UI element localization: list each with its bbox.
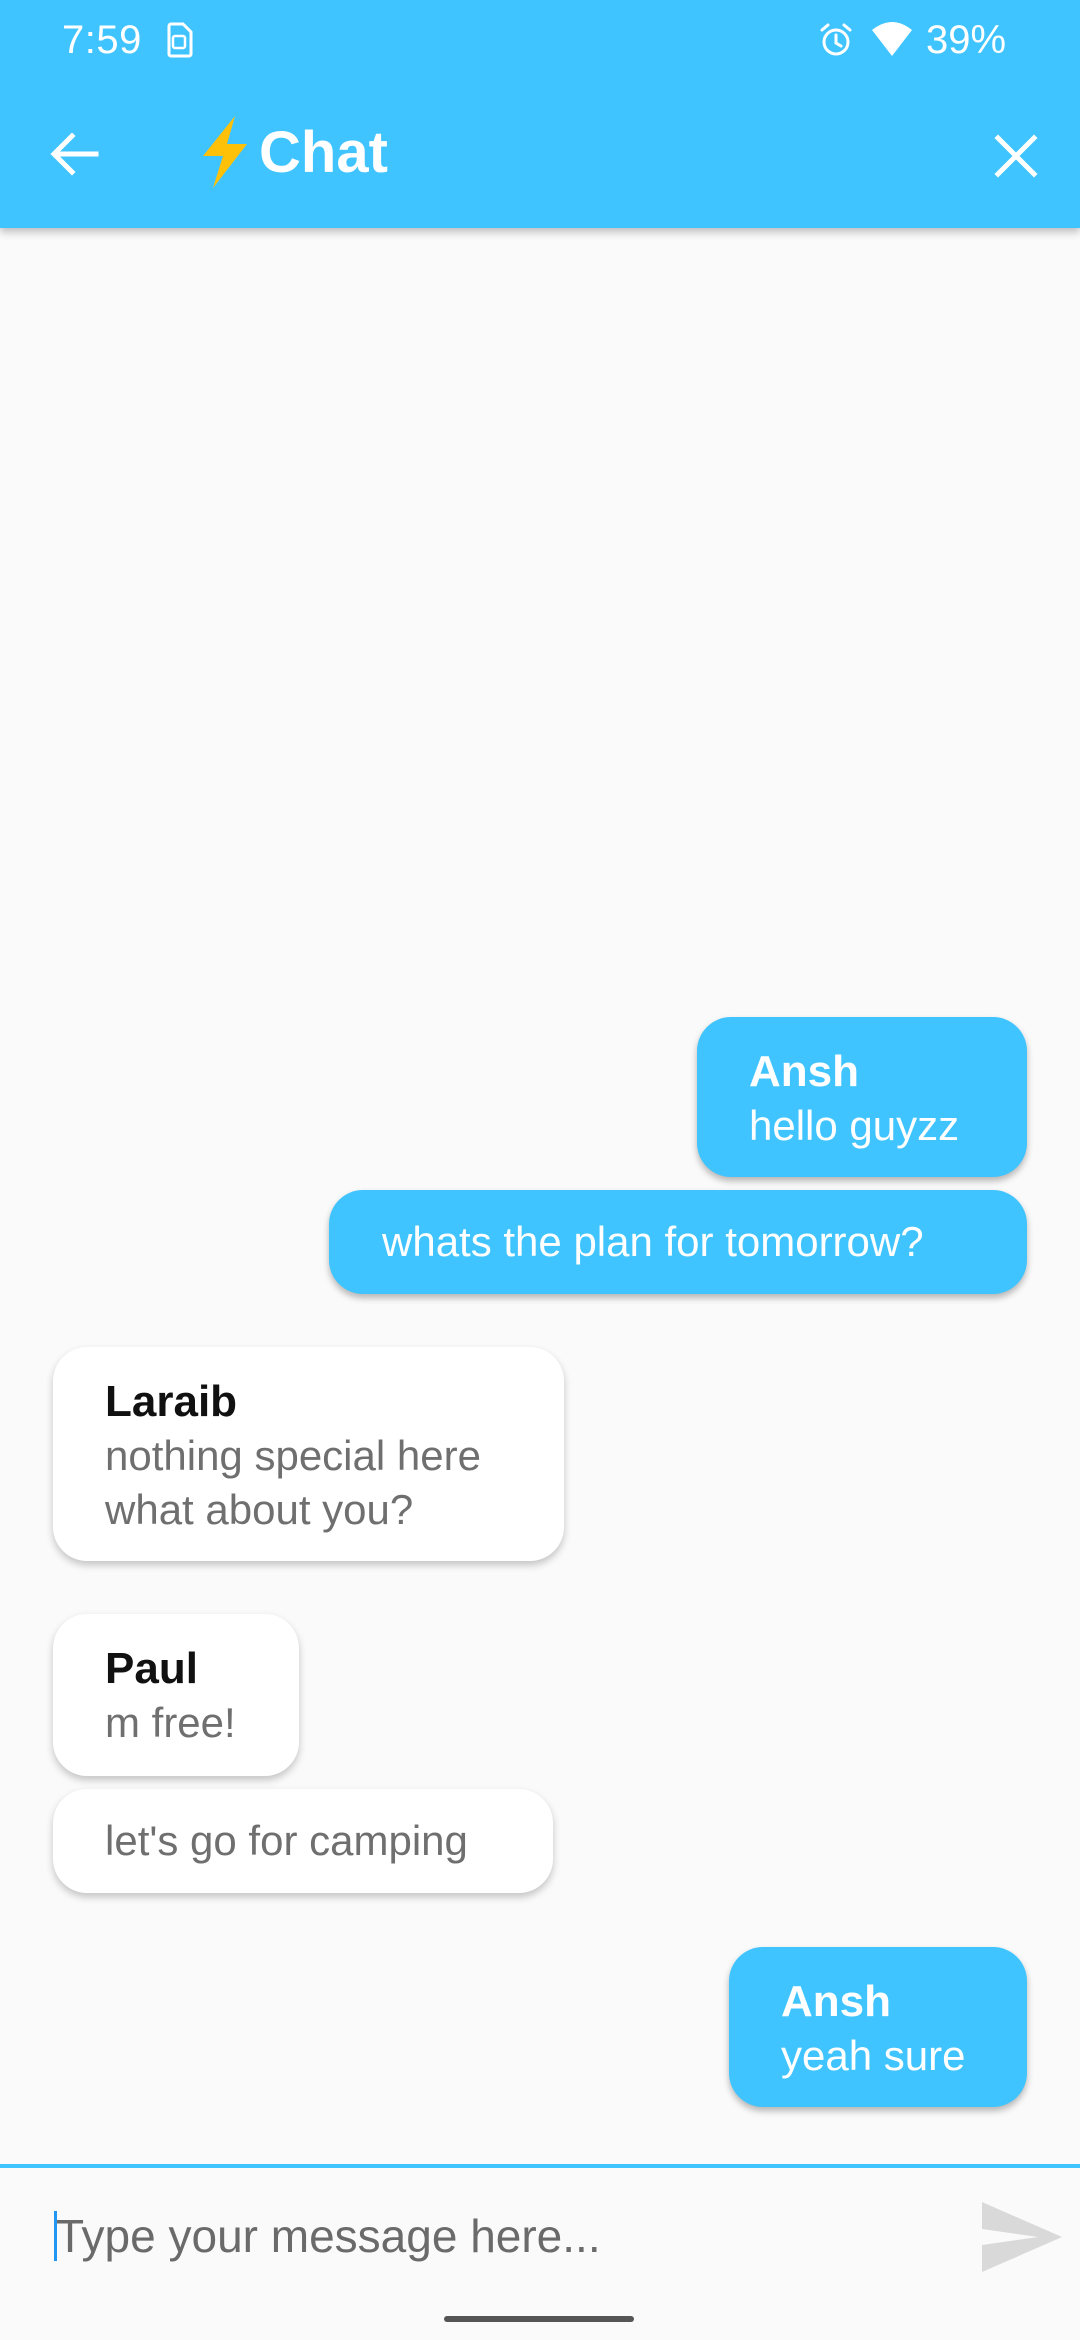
message-text: yeah sure bbox=[781, 2032, 966, 2079]
message-bubble-outgoing[interactable]: whats the plan for tomorrow? bbox=[329, 1190, 1027, 1294]
app-bar: Chat bbox=[0, 84, 1080, 228]
wifi-icon bbox=[872, 22, 912, 56]
home-indicator[interactable] bbox=[444, 2316, 634, 2322]
chat-title: Chat bbox=[259, 119, 388, 185]
sim-icon bbox=[167, 22, 193, 58]
message-text: hello guyzz bbox=[749, 1102, 960, 1149]
message-sender: Ansh bbox=[781, 1977, 891, 2026]
message-sender: Ansh bbox=[749, 1047, 859, 1096]
text-caret bbox=[54, 2211, 57, 2261]
top-bar: 7:59 39% Chat bbox=[0, 0, 1080, 228]
status-time: 7:59 bbox=[62, 18, 142, 62]
message-bubble-outgoing[interactable]: Ansh hello guyzz bbox=[697, 1017, 1027, 1177]
page-title: Chat bbox=[195, 116, 388, 188]
send-icon[interactable] bbox=[980, 2200, 1064, 2274]
message-text: nothing special here what about you? bbox=[105, 1432, 481, 1533]
arrow-left-icon[interactable] bbox=[46, 126, 102, 182]
message-text: whats the plan for tomorrow? bbox=[382, 1218, 924, 1265]
message-text: m free! bbox=[105, 1699, 236, 1746]
lightning-bolt-icon bbox=[203, 116, 247, 188]
message-bubble-incoming[interactable]: Paul m free! bbox=[53, 1614, 299, 1776]
message-bubble-incoming[interactable]: Laraib nothing special here what about y… bbox=[53, 1347, 564, 1561]
message-bubble-outgoing[interactable]: Ansh yeah sure bbox=[729, 1947, 1027, 2107]
status-bar: 7:59 39% bbox=[0, 0, 1080, 84]
message-input[interactable] bbox=[52, 2204, 956, 2268]
battery-percent: 39% bbox=[926, 18, 1007, 62]
message-bubble-incoming[interactable]: let's go for camping bbox=[53, 1789, 553, 1893]
close-icon[interactable] bbox=[990, 130, 1042, 182]
message-text: let's go for camping bbox=[105, 1817, 468, 1864]
message-sender: Laraib bbox=[105, 1377, 238, 1426]
message-sender: Paul bbox=[105, 1644, 198, 1693]
alarm-icon bbox=[820, 23, 852, 56]
